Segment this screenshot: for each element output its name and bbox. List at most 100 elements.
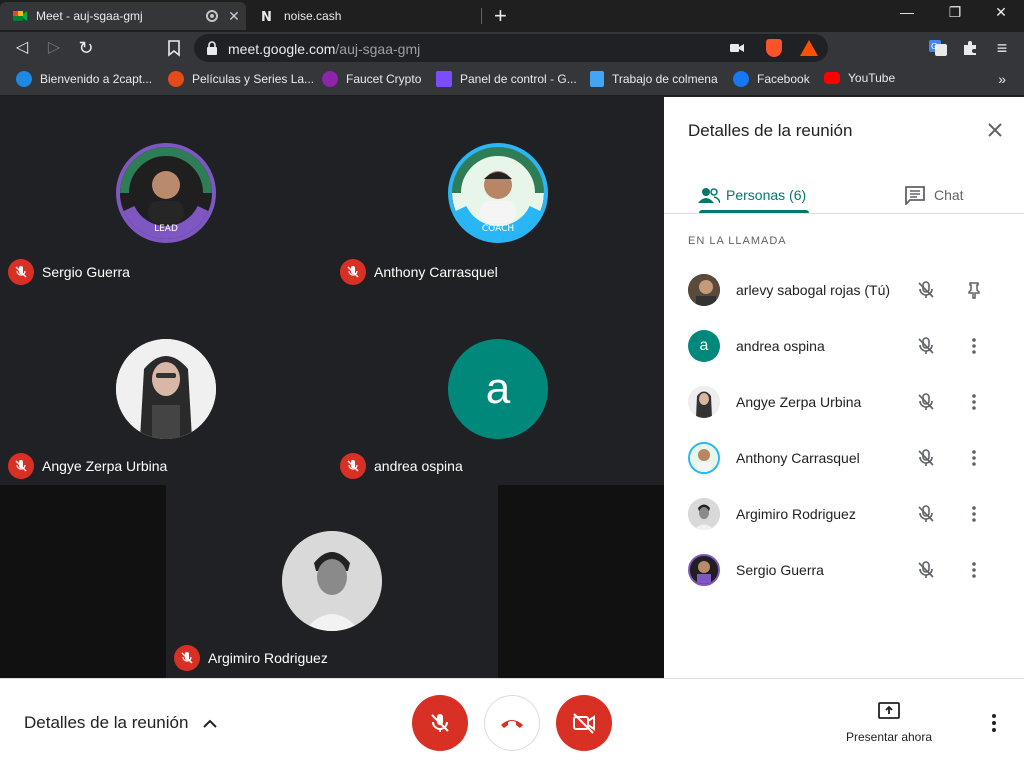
participant-name: Angye Zerpa Urbina bbox=[42, 458, 168, 474]
bookmark-trabajo-colmena[interactable]: Trabajo de colmena bbox=[590, 71, 718, 87]
browser-toolbar: ◁ ▷ ↻ meet.google.com/auj-sgaa-gmj G ≡ bbox=[0, 32, 1024, 64]
extensions-puzzle-icon[interactable] bbox=[960, 38, 980, 58]
bookmark-peliculas[interactable]: Películas y Series La... bbox=[168, 71, 314, 87]
mic-off-icon bbox=[918, 337, 934, 354]
bookmark-panel-control[interactable]: Panel de control - G... bbox=[436, 71, 577, 87]
participant-name: andrea ospina bbox=[374, 458, 463, 474]
tab-chat[interactable]: Chat bbox=[904, 177, 964, 213]
bookmark-facebook[interactable]: Facebook bbox=[733, 71, 810, 87]
mic-off-icon bbox=[918, 449, 934, 466]
camera-in-use-icon[interactable] bbox=[730, 43, 744, 53]
participant-row[interactable]: arlevy sabogal rojas (Tú) bbox=[688, 270, 1008, 310]
new-tab-button[interactable]: + bbox=[494, 3, 507, 29]
more-options-icon[interactable] bbox=[982, 711, 1006, 735]
bookmark-faucet-crypto[interactable]: Faucet Crypto bbox=[322, 71, 421, 87]
participant-avatar bbox=[688, 386, 720, 418]
participant-nameplate: Angye Zerpa Urbina bbox=[8, 453, 167, 479]
restore-button[interactable]: ❐ bbox=[932, 4, 978, 21]
mic-off-icon bbox=[918, 505, 934, 522]
google-meet-favicon-icon bbox=[13, 11, 27, 21]
more-options-icon[interactable] bbox=[964, 560, 984, 580]
bookmarks-overflow-button[interactable]: » bbox=[998, 71, 1006, 87]
svg-text:LEAD: LEAD bbox=[154, 224, 178, 234]
youtube-icon bbox=[824, 72, 840, 84]
present-now-button[interactable]: Presentar ahora bbox=[836, 701, 942, 744]
mic-off-icon bbox=[8, 453, 34, 479]
participant-name: Anthony Carrasquel bbox=[736, 450, 860, 466]
participant-nameplate: Argimiro Rodriguez bbox=[174, 645, 328, 671]
lock-icon bbox=[207, 41, 217, 55]
meeting-controls-bar: Detalles de la reunión Presentar ahora bbox=[0, 678, 1024, 766]
people-icon bbox=[698, 188, 720, 203]
mic-off-icon bbox=[340, 259, 366, 285]
participant-row[interactable]: a andrea ospina bbox=[688, 326, 1008, 366]
reload-button[interactable]: ↻ bbox=[76, 38, 96, 58]
microphone-toggle-button[interactable] bbox=[412, 695, 468, 751]
minimize-button[interactable]: — bbox=[884, 4, 930, 20]
close-panel-icon[interactable] bbox=[986, 121, 1004, 139]
tab-chat-label: Chat bbox=[934, 187, 964, 203]
participant-name: Angye Zerpa Urbina bbox=[736, 394, 862, 410]
brave-shields-icon[interactable] bbox=[766, 39, 782, 57]
mic-off-icon bbox=[918, 393, 934, 410]
tab-title: noise.cash bbox=[284, 9, 342, 23]
pin-icon[interactable] bbox=[964, 280, 984, 300]
participant-letter-avatar: a bbox=[448, 339, 548, 439]
present-screen-icon bbox=[878, 702, 900, 719]
participant-row[interactable]: Argimiro Rodriguez bbox=[688, 494, 1008, 534]
meeting-details-panel: Detalles de la reunión Personas (6) Chat… bbox=[664, 97, 1024, 678]
lead-badge-photo-icon: LEAD bbox=[120, 147, 212, 239]
mic-off-icon bbox=[918, 281, 934, 298]
close-window-button[interactable]: ✕ bbox=[978, 4, 1024, 21]
more-options-icon[interactable] bbox=[964, 392, 984, 412]
participant-avatar bbox=[688, 442, 720, 474]
participant-row[interactable]: Anthony Carrasquel bbox=[688, 438, 1008, 478]
participant-tile-angye: Angye Zerpa Urbina bbox=[0, 291, 332, 485]
camera-toggle-button[interactable] bbox=[556, 695, 612, 751]
participant-name: Sergio Guerra bbox=[42, 264, 130, 280]
participant-tile-anthony: COACH Anthony Carrasquel bbox=[332, 97, 664, 291]
bw-photo-icon bbox=[282, 531, 382, 631]
tab-people-label: Personas (6) bbox=[726, 187, 807, 203]
participant-name: Anthony Carrasquel bbox=[374, 264, 498, 280]
participant-avatar bbox=[282, 531, 382, 631]
participant-name: arlevy sabogal rojas (Tú) bbox=[736, 282, 891, 298]
participant-avatar bbox=[688, 554, 720, 586]
meeting-details-button[interactable]: Detalles de la reunión bbox=[24, 713, 218, 733]
bookmark-favicon-icon bbox=[168, 71, 184, 87]
back-button[interactable]: ◁ bbox=[12, 38, 32, 58]
brave-rewards-icon[interactable] bbox=[800, 40, 818, 56]
chevron-up-icon bbox=[203, 719, 218, 728]
hang-up-phone-icon bbox=[501, 720, 523, 728]
chat-icon bbox=[905, 186, 925, 205]
browser-menu-icon[interactable]: ≡ bbox=[992, 38, 1012, 58]
tab-people[interactable]: Personas (6) bbox=[698, 177, 806, 213]
more-options-icon[interactable] bbox=[964, 504, 984, 524]
noise-cash-favicon-icon: N bbox=[261, 10, 272, 24]
tab-meet[interactable]: Meet - auj-sgaa-gmj ✕ bbox=[0, 2, 246, 30]
participant-row[interactable]: Angye Zerpa Urbina bbox=[688, 382, 1008, 422]
leave-call-button[interactable] bbox=[484, 695, 540, 751]
bookmark-youtube[interactable]: YouTube bbox=[824, 71, 895, 85]
google-translate-icon[interactable]: G bbox=[928, 38, 948, 58]
mic-off-icon bbox=[8, 259, 34, 285]
participant-avatar bbox=[688, 274, 720, 306]
bookmark-favicon-icon bbox=[322, 71, 338, 87]
participant-nameplate: Sergio Guerra bbox=[8, 259, 130, 285]
participant-avatar: LEAD bbox=[116, 143, 216, 243]
coach-badge-photo-icon: COACH bbox=[452, 147, 544, 239]
participant-avatar: COACH bbox=[448, 143, 548, 243]
participant-row[interactable]: Sergio Guerra bbox=[688, 550, 1008, 590]
participant-name: andrea ospina bbox=[736, 338, 825, 354]
more-options-icon[interactable] bbox=[964, 448, 984, 468]
meeting-details-label: Detalles de la reunión bbox=[24, 713, 189, 732]
bookmark-icon[interactable] bbox=[164, 38, 184, 58]
more-options-icon[interactable] bbox=[964, 336, 984, 356]
tab-noise-cash[interactable]: N noise.cash bbox=[248, 2, 482, 30]
participant-avatar bbox=[116, 339, 216, 439]
bookmark-2captcha[interactable]: Bienvenido a 2capt... bbox=[16, 71, 152, 87]
close-tab-icon[interactable]: ✕ bbox=[226, 8, 242, 25]
forward-button[interactable]: ▷ bbox=[44, 38, 64, 58]
address-bar[interactable]: meet.google.com/auj-sgaa-gmj bbox=[194, 34, 828, 62]
bookmark-favicon-icon bbox=[436, 71, 452, 87]
